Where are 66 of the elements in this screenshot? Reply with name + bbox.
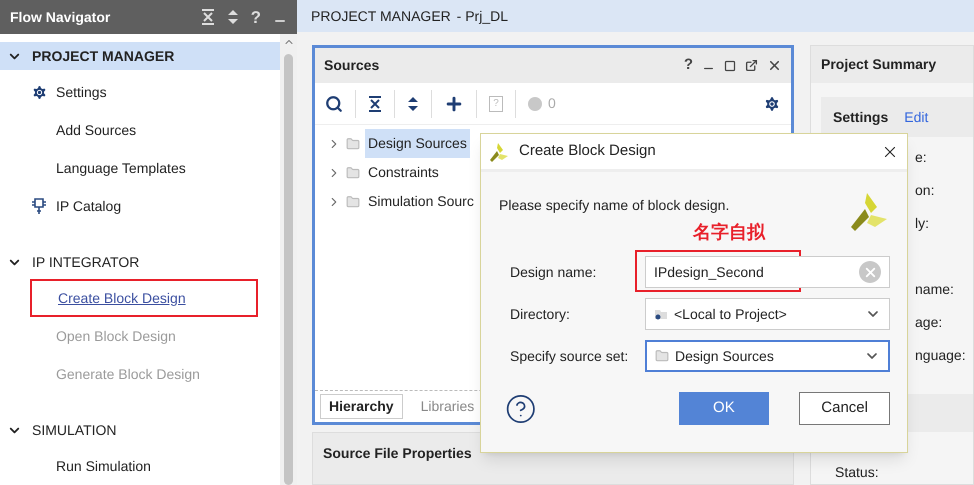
dialog-title: Create Block Design [519, 141, 657, 162]
panel-title: Source File Properties [323, 444, 472, 463]
expand-all-icon[interactable] [407, 96, 419, 112]
dropdown-field[interactable]: <Local to Project> [645, 298, 890, 330]
field-label: e: [915, 148, 927, 167]
field-label: Status: [835, 464, 879, 480]
navigator-item[interactable]: Create Block Design [30, 279, 258, 317]
float-icon[interactable] [745, 59, 758, 72]
add-icon[interactable] [444, 94, 464, 114]
dropdown-field[interactable]: Design Sources [645, 340, 890, 372]
folder-icon [346, 136, 360, 150]
field-label: nguage: [915, 346, 966, 365]
help-icon[interactable] [505, 392, 537, 424]
plug-icon [31, 197, 47, 215]
project-name: - Prj_DL [456, 6, 508, 26]
panel-tab[interactable]: Libraries [412, 394, 482, 419]
help-icon[interactable]: ? [684, 54, 693, 77]
navigator-item[interactable]: Language Templates [30, 149, 186, 187]
cancel-button[interactable]: Cancel [799, 392, 890, 425]
ok-button[interactable]: OK [678, 392, 770, 425]
collapse-all-icon[interactable] [368, 96, 382, 112]
folder-icon [654, 308, 668, 320]
navigator-item[interactable]: IP Catalog [30, 187, 122, 225]
field-value: IPdesign_Second [654, 262, 765, 282]
field-label: name: [915, 280, 954, 299]
field-label: ly: [915, 214, 929, 233]
section-header[interactable]: IP INTEGRATOR [0, 248, 280, 276]
folder-icon [346, 166, 360, 180]
section-title: Settings [833, 108, 888, 127]
field-value: Design Sources [675, 346, 775, 366]
dialog-message: Please specify name of block design. [499, 196, 730, 215]
section-header[interactable]: PROJECT MANAGER [0, 42, 280, 70]
folder-icon [655, 349, 669, 363]
navigator-item[interactable]: Add Sources [30, 111, 136, 149]
message-count: 0 [548, 94, 556, 113]
field-label: age: [915, 313, 942, 332]
tree-item[interactable]: Design Sources [365, 129, 470, 158]
logo-icon [849, 191, 889, 231]
tree-item[interactable]: Simulation Sourc [365, 187, 477, 216]
main-title: PROJECT MANAGER [311, 6, 451, 26]
tree-item[interactable]: Constraints [365, 158, 442, 187]
navigator-item[interactable]: Run Simulation [30, 447, 151, 485]
help-icon[interactable]: ? [250, 8, 261, 26]
close-icon[interactable] [767, 58, 782, 73]
scrollbar[interactable] [280, 34, 297, 485]
search-icon[interactable] [325, 94, 343, 112]
panel-tab[interactable]: Hierarchy [320, 394, 403, 419]
field-label: Specify source set: [510, 346, 630, 366]
navigator-item[interactable]: Settings [30, 73, 107, 111]
section-header[interactable]: SIMULATION [0, 416, 280, 444]
settings-icon [30, 84, 48, 100]
field-value: <Local to Project> [674, 304, 788, 324]
panel-title: Project Summary [821, 55, 936, 74]
annotation-text: 名字自拟 [693, 221, 765, 244]
design-name-field[interactable]: IPdesign_Second [645, 256, 890, 288]
expand-all-icon[interactable] [226, 9, 239, 25]
navigator-title: Flow Navigator [10, 8, 112, 27]
edit-link[interactable]: Edit [904, 106, 928, 128]
field-label: Directory: [510, 304, 571, 324]
field-label: on: [915, 181, 934, 200]
logo-icon [489, 142, 509, 162]
field-label: Design name: [510, 262, 598, 282]
panel-title: Sources [324, 56, 380, 75]
settings-icon[interactable] [763, 94, 781, 112]
folder-icon [346, 194, 360, 208]
maximize-icon[interactable] [724, 60, 736, 72]
